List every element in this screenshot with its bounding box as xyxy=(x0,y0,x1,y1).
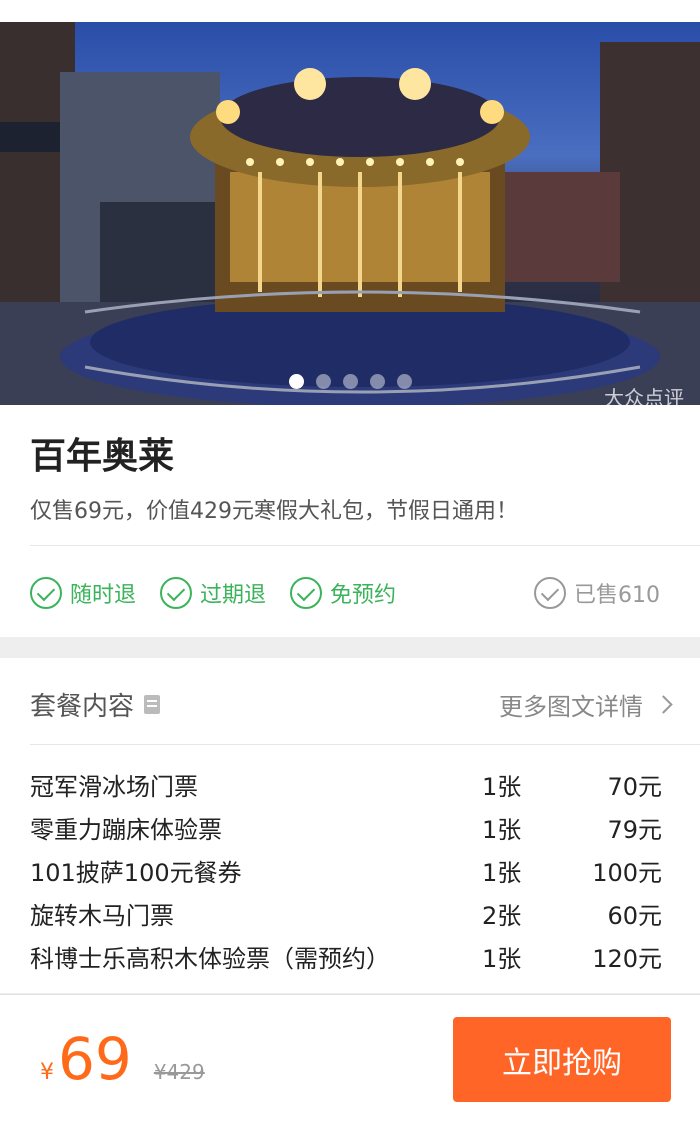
badge-refund-expired: 过期退 xyxy=(160,577,266,609)
deal-info-card: 百年奥莱 仅售69元，价值429元寒假大礼包，节假日通用！ 随时退 过期退 免预… xyxy=(0,405,700,637)
carousel-dot[interactable] xyxy=(396,374,412,389)
sold-label: 已售610 xyxy=(574,583,660,608)
carousel-dot[interactable] xyxy=(288,374,304,389)
chevron-right-icon xyxy=(654,694,673,714)
badge-label: 免预约 xyxy=(330,583,397,608)
divider xyxy=(30,744,700,745)
deal-subtitle: 仅售69元，价值429元寒假大礼包，节假日通用！ xyxy=(30,499,518,524)
badge-label: 过期退 xyxy=(200,583,267,608)
package-item: 101披萨100元餐券 1张 100元 xyxy=(30,849,662,892)
hero-image[interactable]: 大众点评 xyxy=(0,22,700,405)
check-circle-icon xyxy=(534,577,566,609)
package-item: 冠军滑冰场门票 1张 70元 xyxy=(30,763,662,806)
badge-refund-anytime: 随时退 xyxy=(30,577,136,609)
watermark: 大众点评 xyxy=(604,386,684,405)
carousel-dot[interactable] xyxy=(342,374,358,389)
package-item-qty: 1张 xyxy=(482,773,522,801)
bottom-purchase-bar: ¥ 69 ¥429 立即抢购 xyxy=(0,994,700,1121)
check-circle-icon xyxy=(160,577,193,609)
package-item-price: 120元 xyxy=(592,945,662,973)
check-circle-icon xyxy=(30,577,62,609)
package-item-price: 79元 xyxy=(607,816,662,844)
carousel-photo xyxy=(0,22,700,405)
status-bar-area xyxy=(0,0,700,22)
carousel-dot[interactable] xyxy=(315,374,331,389)
package-item-price: 100元 xyxy=(592,859,662,887)
package-item: 零重力蹦床体验票 1张 79元 xyxy=(30,806,662,849)
package-item-price: 60元 xyxy=(607,902,662,930)
carousel-dot[interactable] xyxy=(369,374,385,389)
package-item-name: 冠军滑冰场门票 xyxy=(30,773,198,801)
package-item-qty: 1张 xyxy=(482,945,522,973)
package-item-qty: 1张 xyxy=(482,816,522,844)
more-details-link[interactable]: 更多图文详情 xyxy=(499,687,673,722)
package-title: 套餐内容 xyxy=(30,691,135,722)
package-item: 科博士乐高积木体验票（需预约） 1张 120元 xyxy=(30,935,662,978)
package-item-qty: 2张 xyxy=(482,902,522,930)
document-icon xyxy=(144,694,161,714)
buy-now-button[interactable]: 立即抢购 xyxy=(453,1017,671,1102)
price-display: ¥ 69 ¥429 xyxy=(40,1025,205,1093)
deal-badges: 随时退 过期退 免预约 已售610 xyxy=(30,573,660,613)
package-item: 旋转木马门票 2张 60元 xyxy=(30,892,662,935)
deal-title: 百年奥莱 xyxy=(30,436,175,477)
package-item-name: 旋转木马门票 xyxy=(30,902,174,930)
currency-symbol: ¥ xyxy=(40,1060,54,1085)
check-circle-icon xyxy=(290,577,323,609)
badge-label: 随时退 xyxy=(70,583,137,608)
carousel-dots xyxy=(0,374,700,389)
sold-count: 已售610 xyxy=(534,577,660,609)
package-item-price: 70元 xyxy=(607,773,662,801)
package-item-name: 101披萨100元餐券 xyxy=(30,859,242,887)
badge-no-reservation: 免预约 xyxy=(290,577,396,609)
divider xyxy=(30,545,700,546)
package-header: 套餐内容 更多图文详情 xyxy=(30,684,673,724)
more-details-label: 更多图文详情 xyxy=(499,692,643,721)
package-list: 冠军滑冰场门票 1张 70元 零重力蹦床体验票 1张 79元 101披萨100元… xyxy=(30,763,662,978)
current-price: 69 xyxy=(58,1025,132,1093)
package-item-qty: 1张 xyxy=(482,859,522,887)
package-item-name: 零重力蹦床体验票 xyxy=(30,816,222,844)
package-item-name: 科博士乐高积木体验票（需预约） xyxy=(30,945,390,973)
package-card: 套餐内容 更多图文详情 冠军滑冰场门票 1张 70元 零重力蹦床体验票 1张 7… xyxy=(0,658,700,993)
original-price: ¥429 xyxy=(153,1060,205,1084)
